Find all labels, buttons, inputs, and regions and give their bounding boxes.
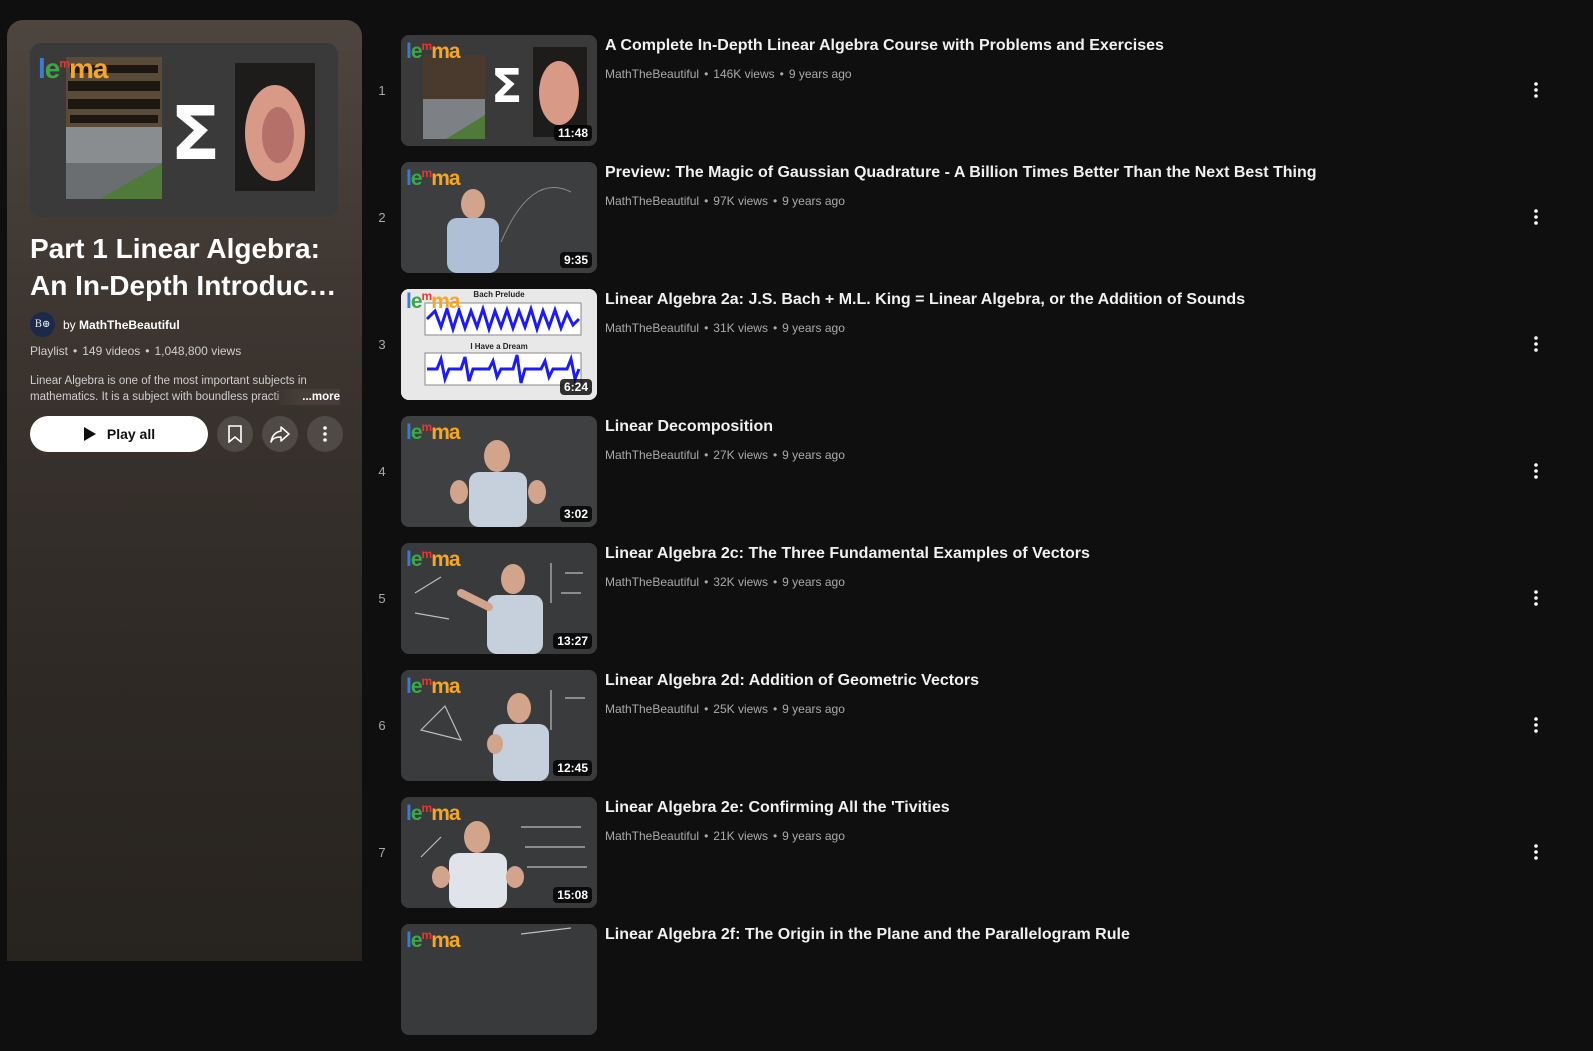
lemma-logo: lemma	[406, 289, 461, 313]
video-duration: 13:27	[553, 633, 592, 649]
video-title[interactable]: A Complete In-Depth Linear Algebra Cours…	[605, 37, 1164, 55]
playlist-stats: Playlist • 149 videos • 1,048,800 views	[30, 344, 242, 358]
video-meta: MathTheBeautiful • 21K views • 9 years ago	[605, 829, 845, 843]
video-index: 4	[378, 464, 386, 479]
video-title[interactable]: Linear Algebra 2d: Addition of Geometric…	[605, 672, 979, 690]
video-meta: MathTheBeautiful • 25K views • 9 years ago	[605, 702, 845, 716]
lemma-logo: lemma	[38, 53, 109, 84]
video-meta: MathTheBeautiful • 146K views • 9 years ago	[605, 67, 852, 81]
channel-link[interactable]: MathTheBeautiful	[605, 829, 699, 843]
video-meta: MathTheBeautiful • 27K views • 9 years ago	[605, 448, 845, 462]
lemma-logo: lemma	[406, 928, 461, 952]
video-menu-button[interactable]	[1524, 204, 1548, 230]
play-all-button[interactable]: Play all	[30, 416, 208, 452]
channel-link[interactable]: MathTheBeautiful	[605, 67, 699, 81]
video-index: 5	[378, 591, 386, 606]
more-vert-icon	[1534, 82, 1538, 98]
video-menu-button[interactable]	[1524, 712, 1548, 738]
playlist-video-item[interactable]: 6 lemma 12:45 Linear Algebra 2d: Additio…	[370, 670, 1570, 797]
more-vert-icon	[1534, 717, 1538, 733]
owner-link[interactable]: by MathTheBeautiful	[63, 318, 180, 332]
playlist-description: Linear Algebra is one of the most import…	[30, 375, 340, 405]
playlist-title: Part 1 Linear Algebra: An In-Depth Intro…	[30, 233, 340, 301]
channel-link[interactable]: MathTheBeautiful	[605, 575, 699, 589]
lemma-logo: lemma	[406, 547, 461, 571]
channel-link[interactable]: MathTheBeautiful	[605, 702, 699, 716]
video-title[interactable]: Linear Algebra 2e: Confirming All the 'T…	[605, 799, 950, 817]
video-duration: 11:48	[553, 125, 592, 141]
thumb-caption-bottom: I Have a Dream	[470, 342, 528, 351]
lemma-logo: lemma	[406, 674, 461, 698]
lemma-logo: lemma	[406, 39, 461, 63]
video-thumbnail[interactable]: lemma 12:45	[401, 670, 597, 781]
video-menu-button[interactable]	[1524, 458, 1548, 484]
playlist-video-item[interactable]: 2 lemma 9:35 Preview: The Magic of Gauss…	[370, 162, 1570, 289]
more-vert-icon	[323, 426, 327, 442]
video-thumbnail[interactable]: lemma 15:08	[401, 797, 597, 908]
video-thumbnail[interactable]: lemma 9:35	[401, 162, 597, 273]
playlist-actions: Play all	[30, 416, 343, 452]
playlist-thumbnail[interactable]: lemma Σ	[30, 43, 338, 217]
video-menu-button[interactable]	[1524, 585, 1548, 611]
playlist-video-item[interactable]: 7 lemma 15:08 Linear Algebra 2e: Confirm…	[370, 797, 1570, 924]
playlist-owner[interactable]: B⊕ by MathTheBeautiful	[30, 312, 180, 337]
video-duration: 3:02	[559, 506, 592, 522]
more-vert-icon	[1534, 463, 1538, 479]
video-duration: 12:45	[553, 760, 592, 776]
video-duration: 6:24	[559, 379, 592, 395]
lemma-logo: lemma	[406, 420, 461, 444]
video-title[interactable]: Linear Algebra 2a: J.S. Bach + M.L. King…	[605, 291, 1245, 309]
playlist-video-item[interactable]: 5 lemma 13:27 Linear Algebra 2c: The Thr…	[370, 543, 1570, 670]
sigma-glyph: Σ	[491, 59, 523, 113]
channel-avatar[interactable]: B⊕	[30, 312, 55, 337]
lemma-logo: lemma	[406, 166, 461, 190]
video-thumbnail[interactable]: lemma Σ 11:48	[401, 35, 597, 146]
video-meta: MathTheBeautiful • 31K views • 9 years ago	[605, 321, 845, 335]
more-vert-icon	[1534, 590, 1538, 606]
channel-link[interactable]: MathTheBeautiful	[605, 194, 699, 208]
video-index: 7	[378, 845, 386, 860]
playlist-video-item[interactable]: 3 Bach Prelude I Have a Dream lemma 6:24…	[370, 289, 1570, 416]
playlist-video-item[interactable]: 1 lemma Σ 11:48 A Complete In-Depth Line…	[370, 35, 1570, 162]
video-title[interactable]: Linear Algebra 2f: The Origin in the Pla…	[605, 926, 1130, 944]
video-menu-button[interactable]	[1524, 331, 1548, 357]
video-duration: 9:35	[559, 252, 592, 268]
playlist-video-item[interactable]: lemma Linear Algebra 2f: The Origin in t…	[370, 924, 1570, 1051]
video-title[interactable]: Preview: The Magic of Gaussian Quadratur…	[605, 164, 1317, 182]
video-thumbnail[interactable]: Bach Prelude I Have a Dream lemma 6:24	[401, 289, 597, 400]
video-meta: MathTheBeautiful • 32K views • 9 years ago	[605, 575, 845, 589]
video-index: 6	[378, 718, 386, 733]
playlist-video-list: 1 lemma Σ 11:48 A Complete In-Depth Line…	[370, 35, 1570, 1051]
more-vert-icon	[1534, 336, 1538, 352]
video-index: 1	[378, 83, 386, 98]
more-link[interactable]: ...more	[272, 389, 340, 405]
more-vert-icon	[1534, 844, 1538, 860]
channel-link[interactable]: MathTheBeautiful	[605, 448, 699, 462]
share-button[interactable]	[262, 416, 298, 452]
video-duration: 15:08	[553, 887, 592, 903]
play-icon	[83, 427, 96, 441]
playlist-video-item[interactable]: 4 lemma 3:02 Linear Decomposition MathTh…	[370, 416, 1570, 543]
video-index: 2	[378, 210, 386, 225]
video-thumbnail[interactable]: lemma 3:02	[401, 416, 597, 527]
video-title[interactable]: Linear Decomposition	[605, 418, 773, 436]
save-playlist-button[interactable]	[217, 416, 253, 452]
sigma-glyph: Σ	[170, 91, 221, 177]
video-index: 3	[378, 337, 386, 352]
video-thumbnail[interactable]: lemma	[401, 924, 597, 1035]
share-icon	[270, 426, 290, 443]
video-title[interactable]: Linear Algebra 2c: The Three Fundamental…	[605, 545, 1090, 563]
lemma-logo: lemma	[406, 801, 461, 825]
video-meta: MathTheBeautiful • 97K views • 9 years ago	[605, 194, 845, 208]
bookmark-icon	[228, 425, 242, 443]
more-actions-button[interactable]	[307, 416, 343, 452]
more-vert-icon	[1534, 209, 1538, 225]
playlist-header-panel: lemma Σ Part 1 Linear Algebra: An In-Dep…	[7, 20, 362, 961]
video-menu-button[interactable]	[1524, 77, 1548, 103]
channel-link[interactable]: MathTheBeautiful	[605, 321, 699, 335]
video-menu-button[interactable]	[1524, 839, 1548, 865]
video-thumbnail[interactable]: lemma 13:27	[401, 543, 597, 654]
